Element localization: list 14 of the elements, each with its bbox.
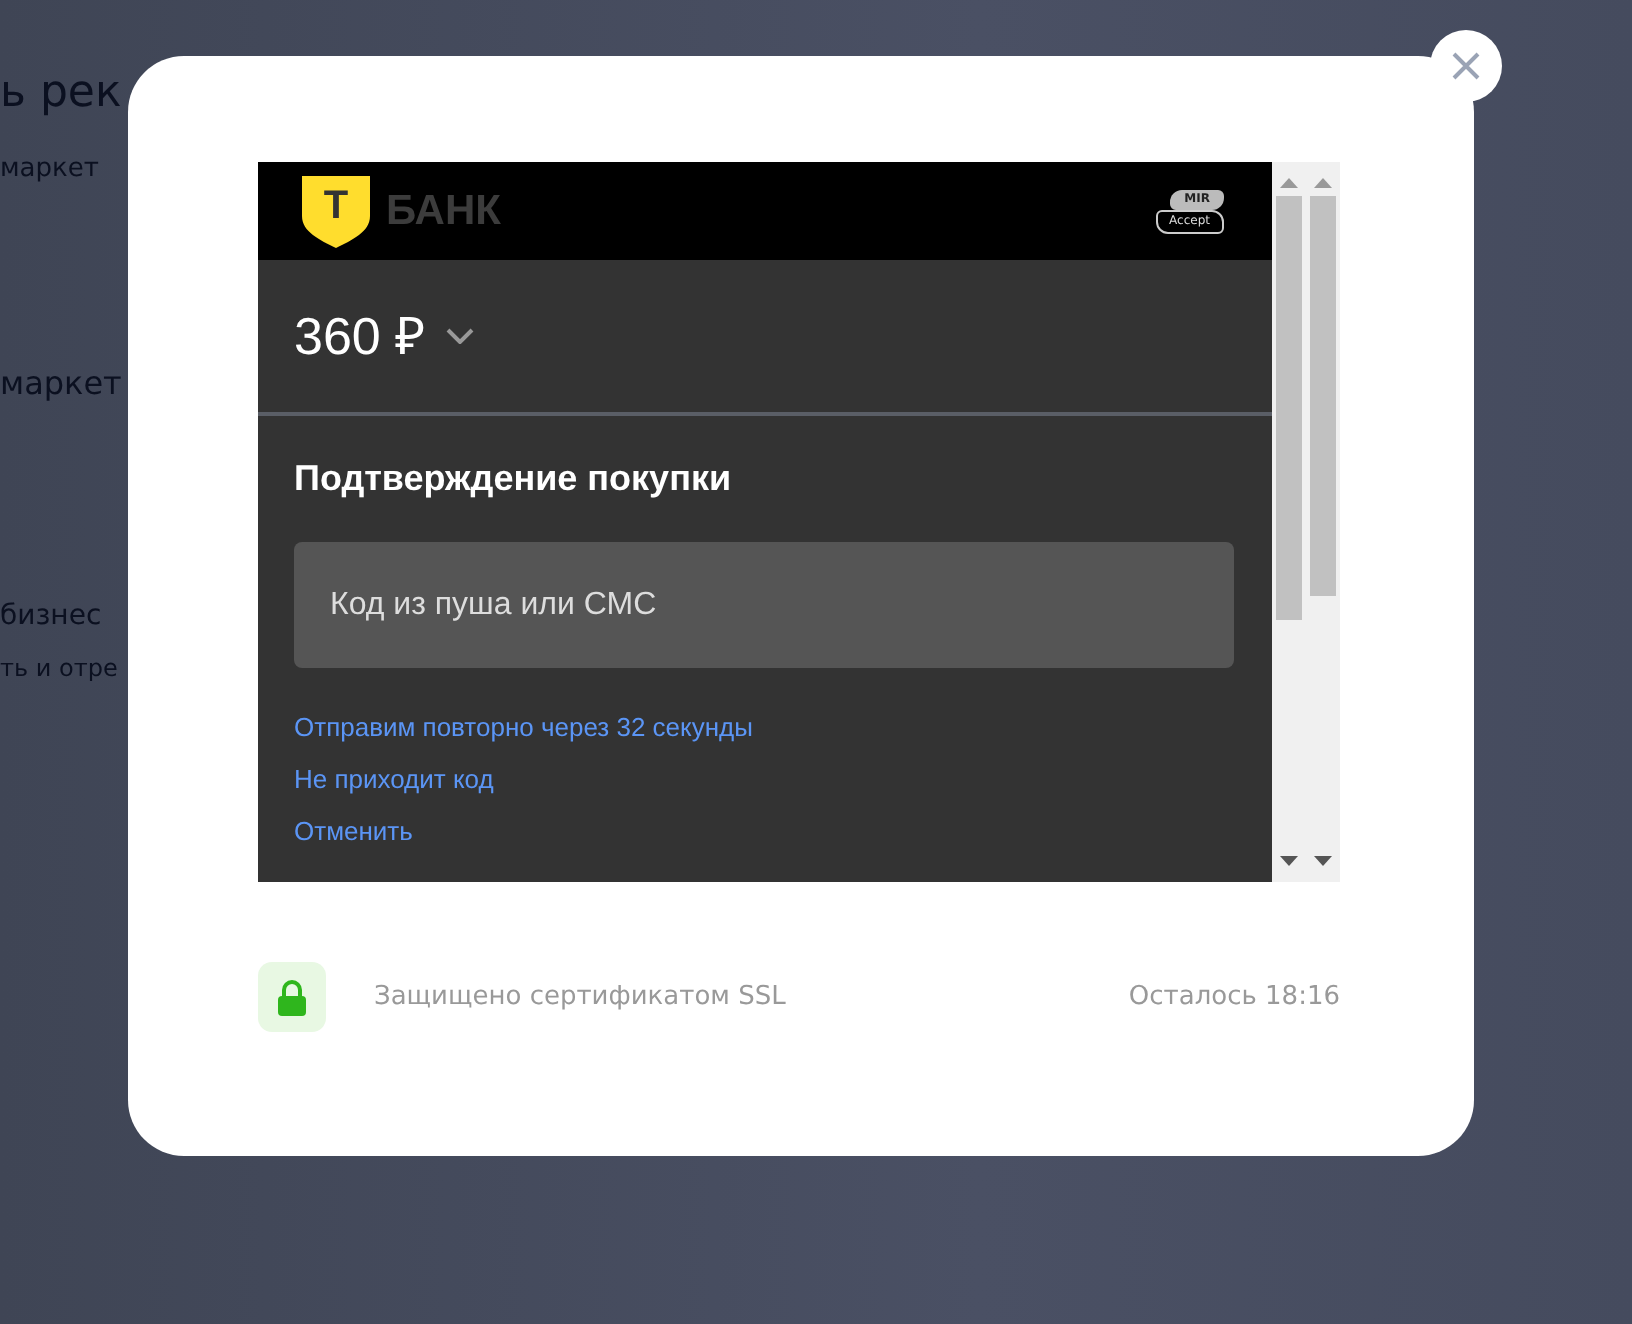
chevron-down-icon[interactable] (445, 328, 474, 344)
lock-icon (258, 962, 326, 1032)
link[interactable]: Отправим повторно через 32 секунды (294, 710, 753, 746)
security-text: Защищено сертификатом SSL (374, 979, 786, 1016)
bank-name: БАНК (386, 185, 501, 238)
heading: Подтверждение покупки (294, 456, 734, 502)
scrollbar[interactable] (1306, 162, 1340, 882)
link[interactable]: Отменить (294, 814, 413, 850)
link[interactable]: Не приходит код (294, 762, 494, 798)
amount: 360 ₽ (294, 303, 426, 369)
code-input-field[interactable]: Код из пуша или СМС (294, 542, 1234, 668)
bank-logo: Т (302, 175, 370, 247)
scrollbar[interactable] (1272, 162, 1306, 882)
time-left: Осталось 18:16 (1128, 979, 1340, 1016)
